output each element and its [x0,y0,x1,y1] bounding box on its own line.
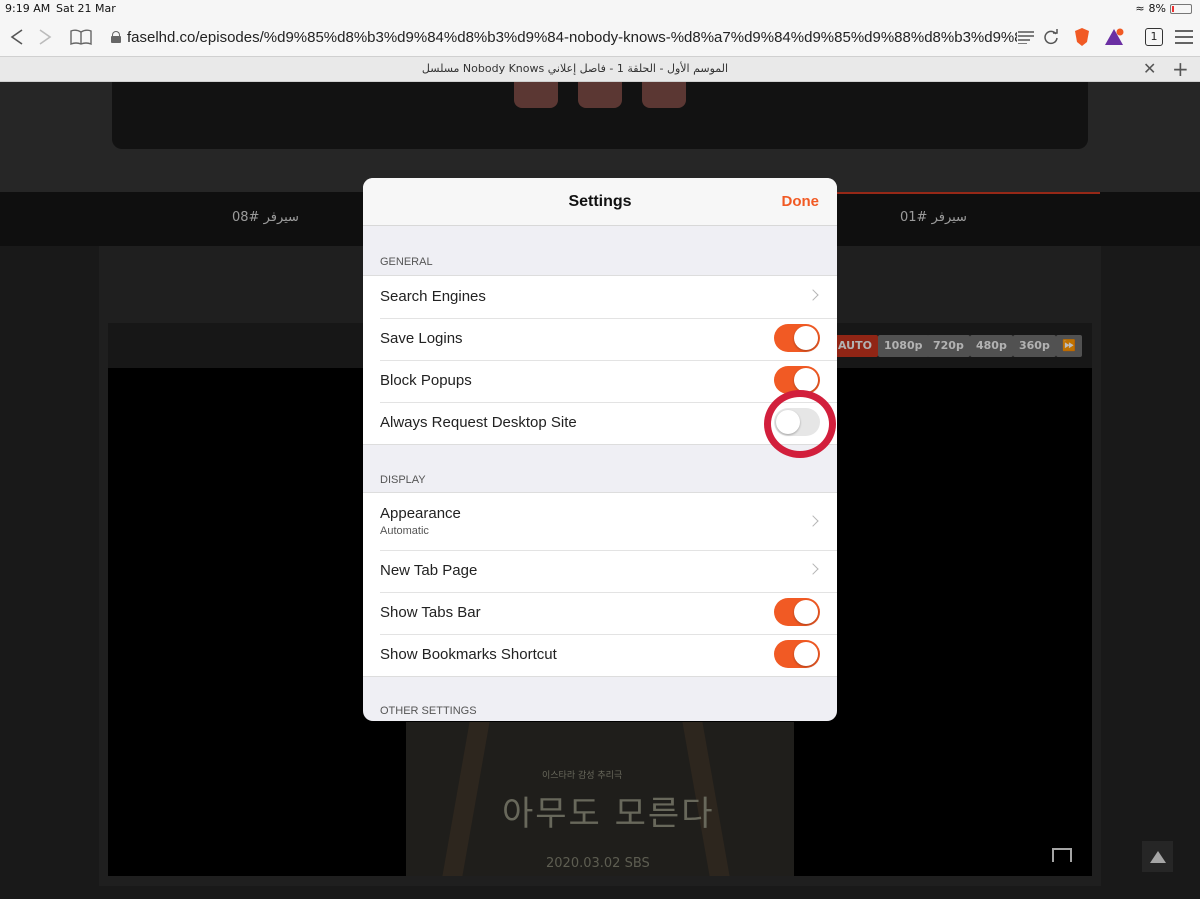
display-section-header: DISPLAY [380,474,426,486]
wifi-icon: ≈ [1135,2,1145,15]
block-popups-row: Block Popups [363,360,837,402]
toggle-knob [794,368,818,392]
toggle-knob [794,642,818,666]
brave-rewards-icon[interactable] [1103,26,1125,48]
battery-icon [1170,3,1192,14]
row-sublabel: Automatic [380,525,429,537]
row-label: Always Request Desktop Site [380,414,577,431]
show-tabs-bar-row: Show Tabs Bar [363,592,837,634]
show-bookmarks-shortcut-row: Show Bookmarks Shortcut [363,634,837,676]
reload-icon[interactable] [1040,26,1062,48]
save-logins-toggle[interactable] [774,324,820,352]
tabs-count: 1 [1145,28,1163,46]
address-bar[interactable]: faselhd.co/episodes/%d9%85%d8%b3%d9%84%d… [105,22,1105,52]
display-group: Appearance Automatic New Tab Page Show T… [363,492,837,677]
other-settings-section-header: OTHER SETTINGS [380,705,477,717]
tab-strip: مسلسل Nobody Knows الموسم الأول - الحلقة… [0,56,1200,82]
tabs-count-icon[interactable]: 1 [1143,26,1165,48]
browser-toolbar: faselhd.co/episodes/%d9%85%d8%b3%d9%84%d… [0,18,1200,56]
new-tab-icon[interactable]: + [1172,57,1189,81]
show-tabs-bar-toggle[interactable] [774,598,820,626]
row-label: Search Engines [380,288,486,305]
settings-title: Settings [568,193,632,210]
toggle-knob [794,600,818,624]
status-time: 9:19 AM [5,2,51,15]
highlight-ring [764,390,836,458]
lock-icon [111,31,121,43]
forward-icon[interactable] [34,26,56,48]
row-label: Block Popups [380,372,472,389]
chevron-right-icon [807,289,819,301]
bookmarks-icon[interactable] [70,26,92,48]
close-tab-icon[interactable]: ✕ [1143,59,1156,78]
row-label: Save Logins [380,330,463,347]
row-label: Show Bookmarks Shortcut [380,646,557,663]
back-icon[interactable] [6,26,28,48]
brave-shield-icon[interactable] [1071,26,1093,48]
row-label: New Tab Page [380,562,478,579]
status-indicators: ≈ 8% [1135,2,1192,15]
appearance-row[interactable]: Appearance Automatic [363,493,837,550]
row-label: Show Tabs Bar [380,604,481,621]
new-tab-page-row[interactable]: New Tab Page [363,550,837,592]
settings-header: Settings Done [363,178,837,226]
reader-icon[interactable] [1015,26,1037,48]
url-text: faselhd.co/episodes/%d9%85%d8%b3%d9%84%d… [127,28,1017,46]
menu-icon[interactable] [1173,26,1195,48]
tab-title[interactable]: مسلسل Nobody Knows الموسم الأول - الحلقة… [0,62,1150,75]
battery-level: 8% [1148,2,1166,15]
row-label: Appearance [380,505,461,522]
settings-modal: Settings Done GENERAL Search Engines Sav… [363,178,837,721]
chevron-right-icon [807,563,819,575]
status-bar: 9:19 AM Sat 21 Mar ≈ 8% [0,0,1200,18]
status-date: Sat 21 Mar [56,2,116,15]
show-bookmarks-shortcut-toggle[interactable] [774,640,820,668]
save-logins-row: Save Logins [363,318,837,360]
chevron-right-icon [807,515,819,527]
done-button[interactable]: Done [782,193,820,210]
toggle-knob [794,326,818,350]
general-section-header: GENERAL [380,256,433,268]
search-engines-row[interactable]: Search Engines [363,276,837,318]
